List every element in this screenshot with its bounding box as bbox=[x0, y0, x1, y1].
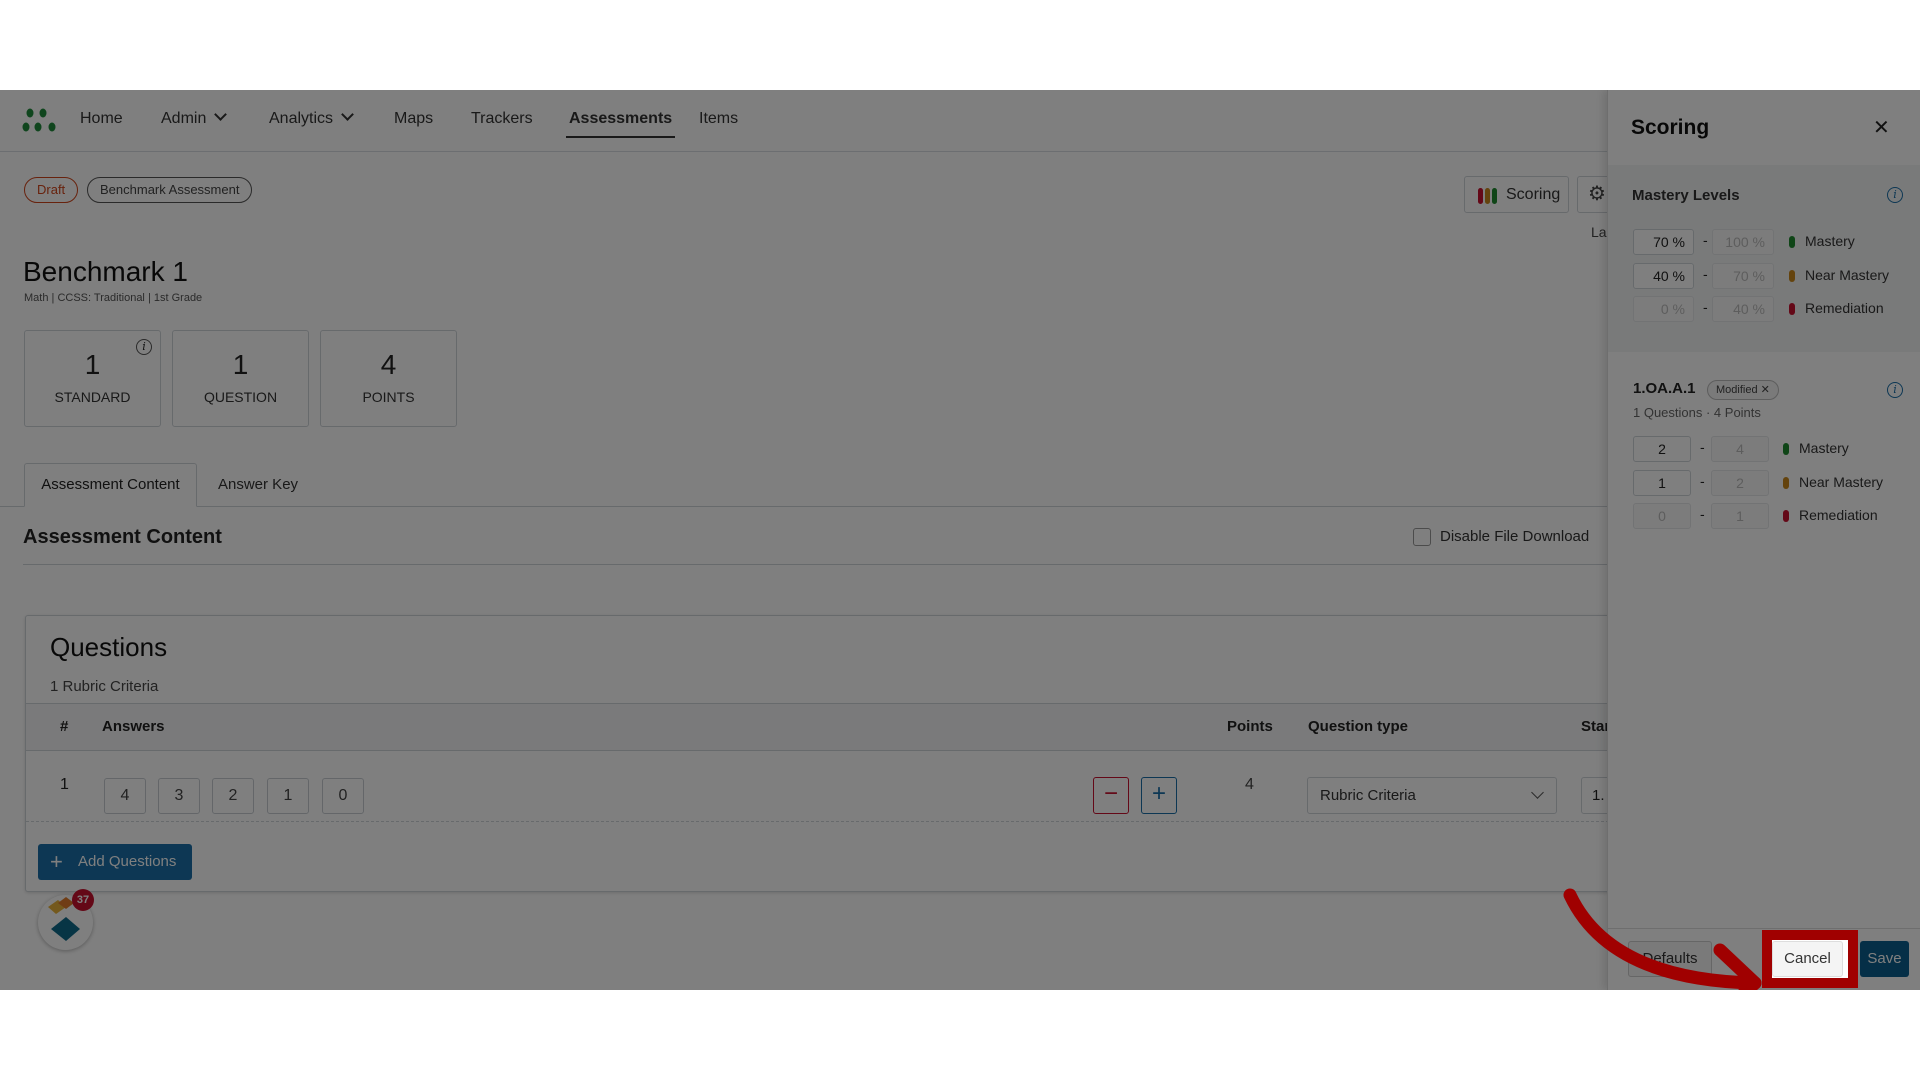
cancel-highlight: Cancel bbox=[1762, 930, 1858, 988]
annotation-arrow-icon bbox=[1563, 888, 1762, 990]
app-window: Home Admin Analytics Maps Trackers Asses… bbox=[0, 90, 1920, 990]
cancel-button[interactable]: Cancel bbox=[1772, 941, 1843, 977]
